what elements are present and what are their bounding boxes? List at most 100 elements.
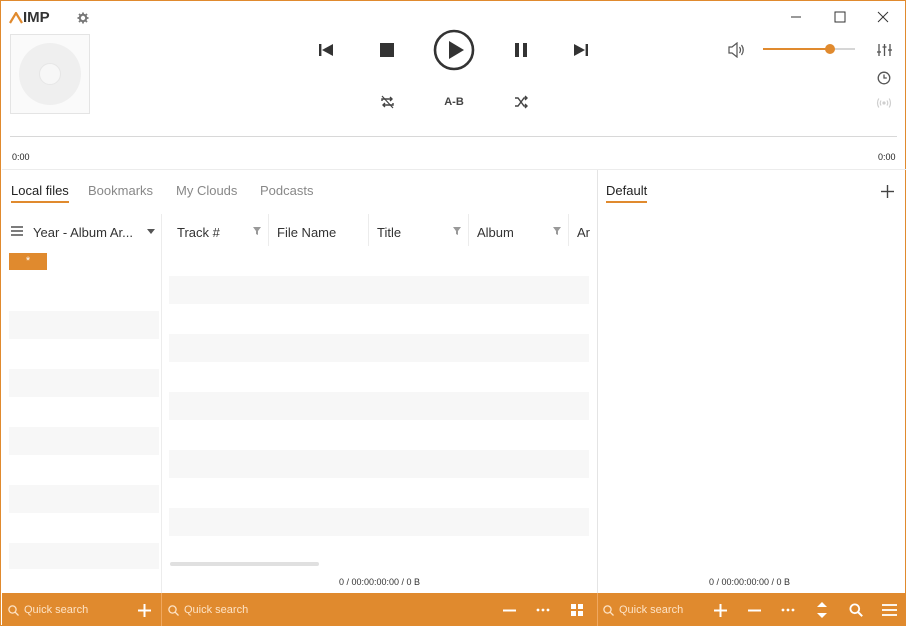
volume-slider-handle[interactable] — [825, 44, 835, 54]
scheduler-button[interactable] — [875, 69, 893, 87]
volume-icon — [728, 42, 744, 58]
list-item — [9, 427, 159, 455]
filter-icon[interactable] — [553, 227, 561, 235]
hamburger-icon — [11, 226, 23, 236]
grouping-menu-button[interactable] — [10, 224, 24, 238]
pause-button[interactable] — [510, 39, 532, 61]
playlist-remove-button[interactable] — [743, 599, 765, 621]
volume-button[interactable] — [727, 40, 747, 60]
filter-icon[interactable] — [453, 227, 461, 235]
grouping-label: Year - Album Ar... — [33, 224, 133, 240]
playlist-status: 0 / 00:00:00:00 / 0 B — [709, 577, 791, 587]
grouping-selector[interactable]: Year - Album Ar... — [33, 223, 133, 241]
search-placeholder: Quick search — [24, 604, 89, 616]
stop-icon — [380, 43, 394, 57]
pause-icon — [515, 43, 527, 57]
more-button[interactable] — [532, 599, 554, 621]
minus-icon — [502, 609, 516, 611]
elapsed-time: 0:00 — [12, 152, 30, 162]
broadcast-icon — [876, 98, 892, 108]
shuffle-icon — [515, 95, 528, 109]
plus-icon — [880, 184, 894, 198]
maximize-button[interactable] — [830, 7, 850, 27]
total-time: 0:00 — [878, 152, 896, 162]
search-placeholder: Quick search — [619, 604, 684, 616]
column-artist[interactable]: Ar — [577, 223, 591, 241]
playlist-more-button[interactable] — [777, 599, 799, 621]
disc-placeholder-icon — [19, 43, 81, 105]
maximize-icon — [834, 11, 846, 23]
search-icon — [849, 603, 863, 617]
close-button[interactable] — [873, 7, 893, 27]
list-item — [9, 311, 159, 339]
aimp-window: IMP A-B 0:00 0:00 Local files Bookmarks … — [0, 0, 906, 626]
hamburger-icon — [881, 604, 897, 616]
radio-button[interactable] — [875, 94, 893, 112]
logo-a-icon — [9, 11, 23, 24]
play-icon — [433, 29, 475, 71]
column-title[interactable]: Title — [377, 223, 401, 241]
column-file-name[interactable]: File Name — [277, 223, 336, 241]
minimize-icon — [791, 16, 801, 18]
tab-bookmarks[interactable]: Bookmarks — [88, 183, 153, 203]
library-track-search[interactable]: Quick search — [168, 604, 248, 616]
chevron-down-icon[interactable] — [147, 229, 155, 235]
plus-icon — [137, 603, 151, 617]
previous-track-icon — [319, 44, 333, 56]
tab-local-files[interactable]: Local files — [11, 183, 69, 203]
equalizer-button[interactable] — [875, 41, 893, 59]
table-row — [169, 450, 589, 478]
search-icon — [8, 604, 19, 616]
playlist-add-button[interactable] — [709, 599, 731, 621]
tab-my-clouds[interactable]: My Clouds — [176, 183, 237, 203]
search-placeholder: Quick search — [184, 604, 249, 616]
grid-icon — [571, 604, 583, 616]
filter-icon[interactable] — [253, 227, 261, 235]
main-menu-button[interactable] — [878, 599, 900, 621]
shuffle-button[interactable] — [512, 93, 530, 111]
repeat-button[interactable] — [378, 93, 396, 111]
library-group-search[interactable]: Quick search — [8, 604, 88, 616]
add-files-button[interactable] — [133, 599, 155, 621]
list-item — [9, 485, 159, 513]
horizontal-scrollbar[interactable] — [170, 562, 319, 566]
play-button[interactable] — [432, 28, 476, 72]
previous-button[interactable] — [315, 39, 337, 61]
close-icon — [877, 11, 889, 23]
tab-podcasts[interactable]: Podcasts — [260, 183, 313, 203]
stop-button[interactable] — [376, 39, 398, 61]
volume-fill — [763, 48, 830, 50]
equalizer-icon — [876, 44, 892, 56]
more-icon — [781, 608, 795, 612]
gear-icon[interactable] — [77, 12, 89, 24]
next-track-icon — [574, 44, 588, 56]
table-row — [169, 276, 589, 304]
remove-button[interactable] — [498, 599, 520, 621]
view-mode-button[interactable] — [566, 599, 588, 621]
add-playlist-button[interactable] — [878, 182, 896, 200]
list-item — [9, 369, 159, 397]
table-row — [169, 392, 589, 420]
search-icon — [168, 604, 179, 616]
column-track-number[interactable]: Track # — [177, 223, 220, 241]
search-icon — [603, 604, 614, 616]
minimize-button[interactable] — [786, 7, 806, 27]
logo-text: IMP — [23, 9, 50, 26]
ab-repeat-button[interactable]: A-B — [441, 95, 467, 109]
column-album[interactable]: Album — [477, 223, 514, 241]
next-button[interactable] — [570, 39, 592, 61]
group-all-chip[interactable]: * — [9, 253, 47, 270]
plus-icon — [713, 603, 727, 617]
repeat-icon — [380, 95, 394, 109]
sort-icon — [817, 602, 827, 618]
more-icon — [536, 608, 550, 612]
playlist-find-button[interactable] — [845, 599, 867, 621]
list-item — [9, 543, 159, 569]
playlist-search[interactable]: Quick search — [603, 604, 683, 616]
clock-icon — [877, 71, 891, 85]
sort-button[interactable] — [811, 599, 833, 621]
album-cover — [10, 34, 90, 114]
seek-bar[interactable] — [10, 136, 897, 137]
minus-icon — [747, 609, 761, 611]
tab-playlist-default[interactable]: Default — [606, 183, 648, 203]
